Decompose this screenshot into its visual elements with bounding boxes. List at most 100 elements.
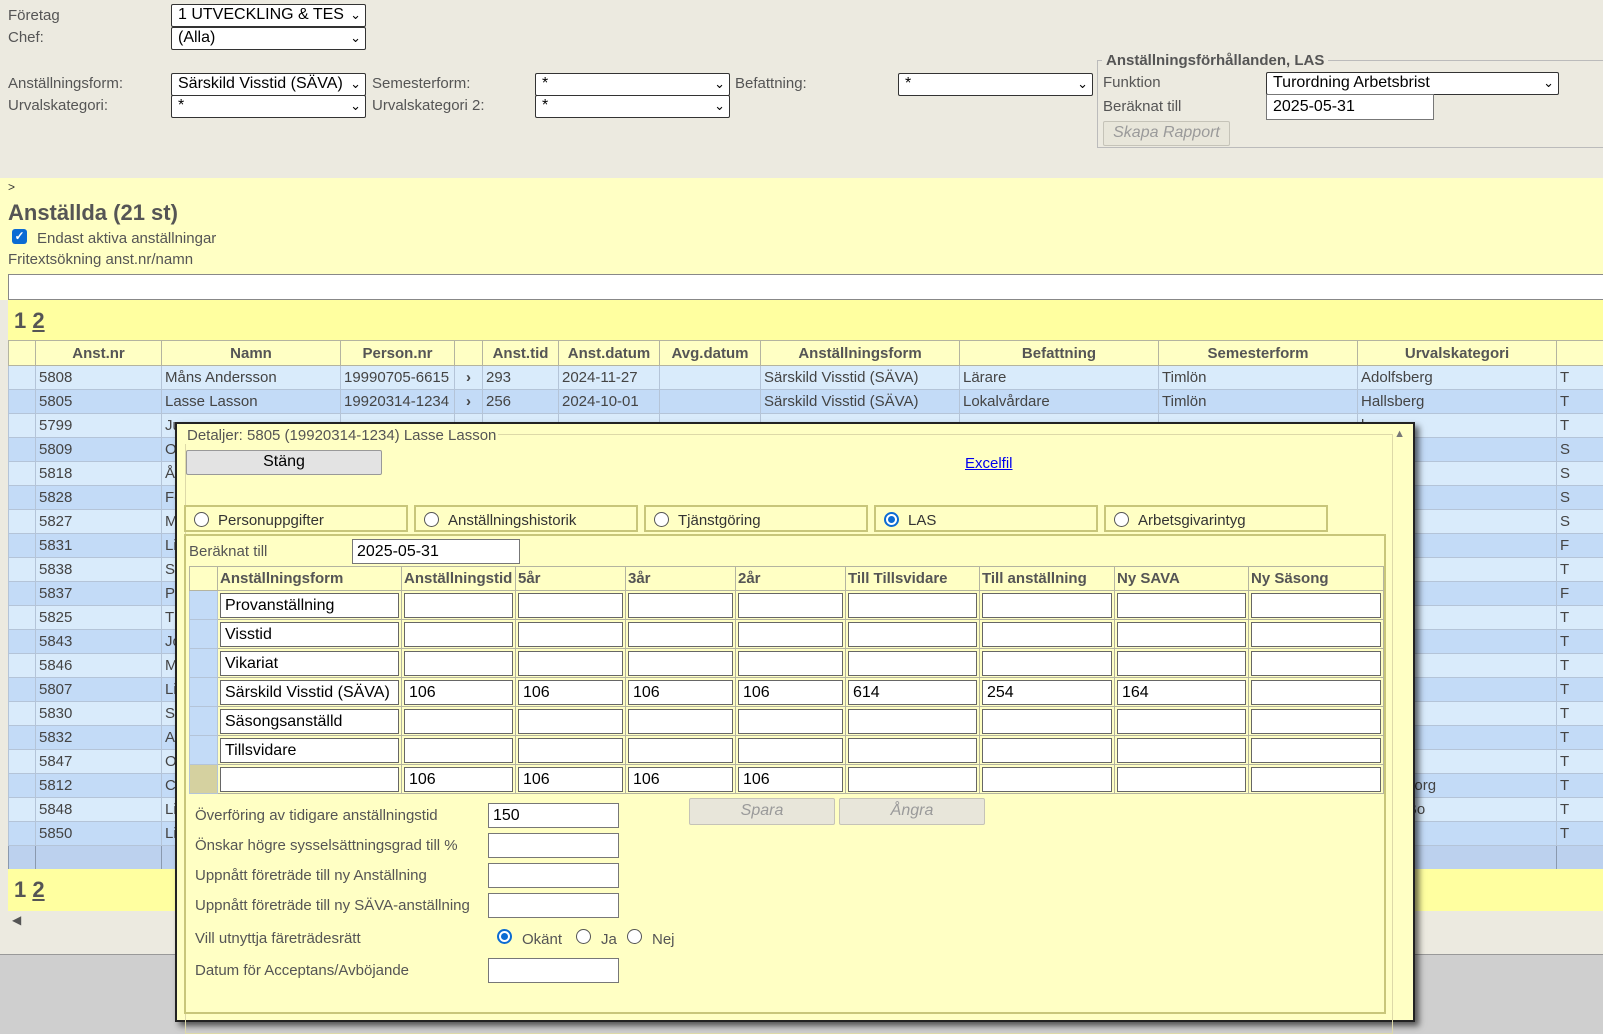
option-no-radio[interactable] bbox=[627, 929, 642, 944]
selection-category-2-select[interactable]: *⌄ bbox=[535, 95, 730, 118]
las-value-field[interactable] bbox=[628, 709, 733, 734]
transfer-input[interactable]: 150 bbox=[488, 803, 619, 828]
las-value-field[interactable] bbox=[738, 593, 843, 618]
row-selector[interactable] bbox=[9, 822, 36, 846]
column-header[interactable]: Urvalskategori bbox=[1358, 341, 1557, 366]
las-value-field[interactable] bbox=[982, 651, 1112, 676]
column-header[interactable]: Anst.tid bbox=[483, 341, 559, 366]
row-selector[interactable] bbox=[9, 558, 36, 582]
las-value-field[interactable] bbox=[628, 738, 733, 763]
las-value-field[interactable] bbox=[1117, 593, 1246, 618]
las-value-field[interactable] bbox=[848, 651, 977, 676]
selection-category-select[interactable]: *⌄ bbox=[171, 95, 366, 118]
las-value-field[interactable]: 106 bbox=[628, 680, 733, 705]
las-value-field[interactable] bbox=[982, 767, 1112, 792]
column-header[interactable]: Anställningsform bbox=[761, 341, 960, 366]
las-value-field[interactable] bbox=[1251, 593, 1381, 618]
las-value-field[interactable] bbox=[628, 622, 733, 647]
las-value-field[interactable] bbox=[628, 593, 733, 618]
active-only-checkbox[interactable]: ✓ bbox=[12, 229, 27, 244]
las-value-field[interactable] bbox=[848, 622, 977, 647]
column-header[interactable]: Anst.nr bbox=[36, 341, 162, 366]
column-header[interactable]: Avg.datum bbox=[660, 341, 761, 366]
las-value-field[interactable]: 106 bbox=[628, 767, 733, 792]
row-selector[interactable] bbox=[9, 390, 36, 414]
las-value-field[interactable] bbox=[982, 738, 1112, 763]
las-value-field[interactable] bbox=[738, 709, 843, 734]
position-select[interactable]: *⌄ bbox=[898, 73, 1093, 96]
calc-to-input[interactable]: 2025-05-31 bbox=[1266, 94, 1434, 120]
priority-sava-input[interactable] bbox=[488, 893, 619, 918]
las-value-field[interactable] bbox=[518, 593, 623, 618]
column-header[interactable]: Person.nr bbox=[341, 341, 455, 366]
las-value-field[interactable] bbox=[982, 593, 1112, 618]
option-yes-radio[interactable] bbox=[576, 929, 591, 944]
las-value-field[interactable] bbox=[518, 738, 623, 763]
close-button[interactable]: Stäng bbox=[186, 450, 382, 475]
las-value-field[interactable] bbox=[982, 709, 1112, 734]
tab-las-radio[interactable] bbox=[884, 512, 899, 527]
tab-employment-history[interactable]: Anställningshistorik bbox=[414, 505, 638, 532]
chef-select[interactable]: (Alla)⌄ bbox=[171, 27, 366, 50]
tab-service-radio[interactable] bbox=[654, 512, 669, 527]
las-value-field[interactable]: 164 bbox=[1117, 680, 1246, 705]
tab-service[interactable]: Tjänstgöring bbox=[644, 505, 868, 532]
las-value-field[interactable] bbox=[404, 651, 513, 676]
tab-personal-radio[interactable] bbox=[194, 512, 209, 527]
las-value-field[interactable]: 106 bbox=[404, 767, 513, 792]
accept-date-input[interactable] bbox=[488, 958, 619, 983]
create-report-button[interactable]: Skapa Rapport bbox=[1103, 121, 1230, 146]
las-value-field[interactable] bbox=[738, 738, 843, 763]
row-selector[interactable] bbox=[9, 726, 36, 750]
tab-las[interactable]: LAS bbox=[874, 505, 1098, 532]
row-selector[interactable] bbox=[9, 462, 36, 486]
las-value-field[interactable] bbox=[518, 622, 623, 647]
row-selector[interactable] bbox=[9, 798, 36, 822]
las-value-field[interactable]: 106 bbox=[518, 767, 623, 792]
las-value-field[interactable]: 254 bbox=[982, 680, 1112, 705]
save-button[interactable]: Spara bbox=[689, 798, 835, 825]
modal-calc-input[interactable]: 2025-05-31 bbox=[352, 539, 520, 564]
tab-history-radio[interactable] bbox=[424, 512, 439, 527]
las-form-field[interactable] bbox=[220, 767, 399, 792]
las-value-field[interactable] bbox=[982, 622, 1112, 647]
row-selector[interactable] bbox=[9, 630, 36, 654]
column-header[interactable]: Befattning bbox=[960, 341, 1159, 366]
las-value-field[interactable] bbox=[738, 651, 843, 676]
tab-employer-certificate[interactable]: Arbetsgivarintyg bbox=[1104, 505, 1328, 532]
table-row[interactable]: 5808Måns Andersson19990705-6615›2932024-… bbox=[9, 366, 1603, 390]
row-selector[interactable] bbox=[9, 582, 36, 606]
row-selector[interactable] bbox=[9, 606, 36, 630]
las-value-field[interactable] bbox=[404, 738, 513, 763]
row-selector[interactable] bbox=[9, 438, 36, 462]
column-header[interactable] bbox=[455, 341, 483, 366]
row-selector[interactable] bbox=[9, 486, 36, 510]
row-selector[interactable] bbox=[9, 510, 36, 534]
las-form-field[interactable]: Vikariat bbox=[220, 651, 399, 676]
pager-next-link[interactable]: 2 bbox=[32, 308, 44, 333]
las-value-field[interactable] bbox=[518, 651, 623, 676]
las-value-field[interactable] bbox=[848, 593, 977, 618]
las-form-field[interactable]: Särskild Visstid (SÄVA) bbox=[220, 680, 399, 705]
function-select[interactable]: Turordning Arbetsbrist⌄ bbox=[1266, 72, 1559, 95]
las-value-field[interactable] bbox=[628, 651, 733, 676]
row-selector[interactable] bbox=[9, 678, 36, 702]
las-value-field[interactable]: 614 bbox=[848, 680, 977, 705]
details-arrow-icon[interactable]: › bbox=[455, 366, 483, 390]
employment-form-select[interactable]: Särskild Visstid (SÄVA)⌄ bbox=[171, 73, 366, 96]
row-selector[interactable] bbox=[9, 414, 36, 438]
scroll-up-icon[interactable]: ▲ bbox=[1394, 428, 1405, 440]
row-selector[interactable] bbox=[9, 654, 36, 678]
las-value-field[interactable]: 106 bbox=[404, 680, 513, 705]
las-form-field[interactable]: Provanställning bbox=[220, 593, 399, 618]
las-value-field[interactable] bbox=[848, 767, 977, 792]
row-selector[interactable] bbox=[9, 366, 36, 390]
las-value-field[interactable] bbox=[1117, 622, 1246, 647]
las-value-field[interactable] bbox=[1251, 709, 1381, 734]
las-value-field[interactable] bbox=[518, 709, 623, 734]
las-value-field[interactable] bbox=[1251, 651, 1381, 676]
search-input[interactable] bbox=[8, 274, 1603, 300]
las-value-field[interactable] bbox=[1251, 680, 1381, 705]
column-header[interactable]: Anst.datum bbox=[559, 341, 660, 366]
column-header[interactable]: Namn bbox=[162, 341, 341, 366]
